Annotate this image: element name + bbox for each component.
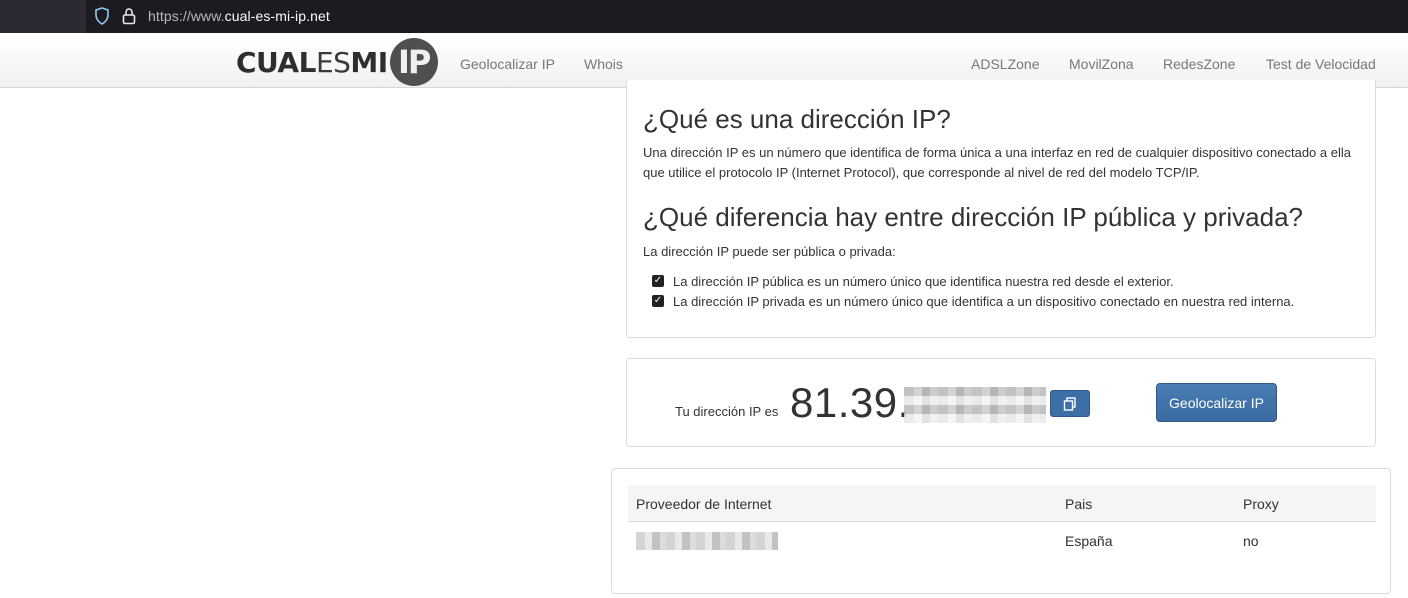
th-proxy: Proxy — [1243, 496, 1279, 512]
list-item-public: La dirección IP pública es un número úni… — [673, 274, 1174, 289]
td-pais: España — [1065, 533, 1113, 549]
nav-whois[interactable]: Whois — [584, 56, 623, 72]
geolocalizar-ip-button[interactable]: Geolocalizar IP — [1156, 383, 1277, 422]
ip-redacted-blur — [904, 387, 1046, 423]
copy-ip-button[interactable] — [1050, 390, 1090, 417]
check-square-icon: ✓ — [652, 275, 664, 287]
tab-strip — [0, 0, 86, 33]
shield-icon[interactable] — [94, 7, 110, 25]
paragraph-what-is-ip: Una dirección IP es un número que identi… — [643, 145, 1351, 180]
paragraph-public-or-private: La dirección IP puede ser pública o priv… — [643, 244, 896, 259]
isp-table-panel: Proveedor de Internet Pais Proxy España … — [611, 468, 1391, 594]
check-square-icon: ✓ — [652, 295, 664, 307]
browser-toolbar: https://www.cual-es-mi-ip.net — [0, 0, 1408, 33]
heading-public-vs-private: ¿Qué diferencia hay entre dirección IP p… — [643, 202, 1304, 232]
ip-address: 81.39. — [790, 379, 910, 426]
lock-icon[interactable] — [122, 7, 136, 25]
site-logo[interactable]: CUALESMI IP — [236, 36, 438, 88]
url-scheme: https://www. — [148, 8, 225, 24]
td-proxy: no — [1243, 533, 1259, 549]
isp-redacted-blur — [636, 532, 778, 550]
copy-icon — [1063, 396, 1076, 411]
nav-adslzone[interactable]: ADSLZone — [971, 56, 1039, 72]
nav-movilzona[interactable]: MovilZona — [1069, 56, 1134, 72]
th-pais: Pais — [1065, 496, 1093, 512]
logo-text: CUALESMI — [236, 45, 388, 79]
logo-ip-badge: IP — [389, 38, 438, 86]
list-item-private: La dirección IP privada es un número úni… — [673, 294, 1295, 309]
nav-geolocalizar[interactable]: Geolocalizar IP — [460, 56, 555, 72]
your-ip-panel: Tu dirección IP es 81.39. Geolocalizar I… — [626, 358, 1376, 447]
nav-redeszone[interactable]: RedesZone — [1163, 56, 1235, 72]
heading-what-is-ip: ¿Qué es una dirección IP? — [643, 104, 951, 134]
table-header: Proveedor de Internet Pais Proxy — [628, 485, 1376, 522]
ip-label: Tu dirección IP es — [675, 404, 779, 419]
nav-test-velocidad[interactable]: Test de Velocidad — [1266, 56, 1376, 72]
address-bar-url[interactable]: https://www.cual-es-mi-ip.net — [148, 8, 330, 24]
th-proveedor: Proveedor de Internet — [636, 496, 772, 512]
ip-info-panel: ¿Qué es una dirección IP? Una dirección … — [626, 80, 1376, 338]
url-host: cual-es-mi-ip.net — [224, 8, 330, 24]
